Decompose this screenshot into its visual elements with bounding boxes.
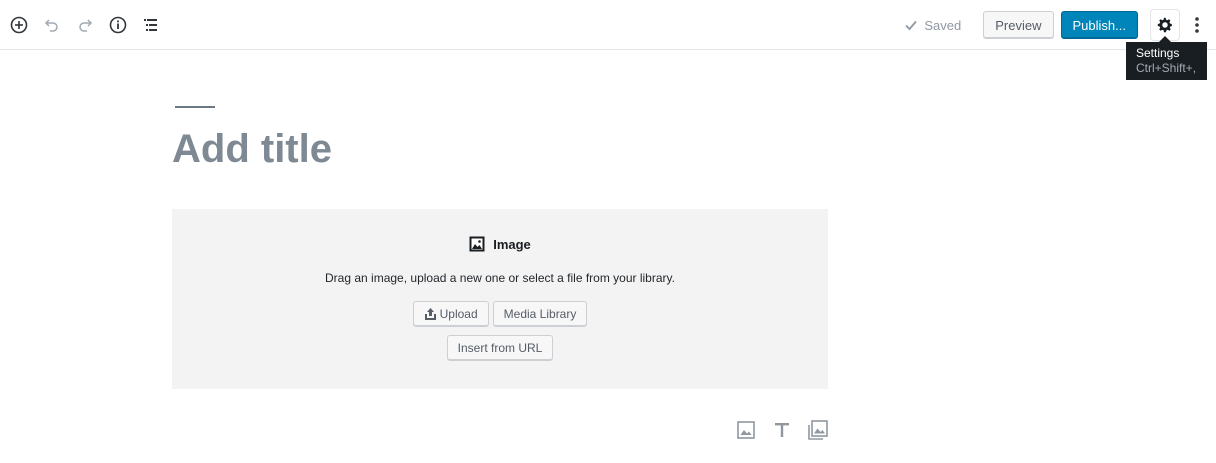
editor-header: Saved Preview Publish... [0,0,1216,50]
preview-button[interactable]: Preview [983,11,1054,39]
header-toolbar [0,0,167,50]
image-block-placeholder: Image Drag an image, upload a new one or… [172,209,828,389]
undo-icon [44,19,58,32]
redo-icon [78,19,92,32]
insert-heading-button[interactable] [770,419,794,441]
check-icon [905,20,918,31]
image-icon [469,236,485,252]
insert-image-button[interactable] [734,419,758,441]
post-title-input[interactable]: Add title [172,124,332,174]
redo-button[interactable] [68,9,101,42]
image-block-title: Image [493,236,531,252]
outline-button[interactable] [134,9,167,42]
saved-state: Saved [904,18,961,33]
media-library-button[interactable]: Media Library [492,301,588,327]
add-block-icon [10,16,27,34]
saved-label: Saved [924,17,962,33]
insert-gallery-button[interactable] [806,419,830,441]
upload-label: Upload [439,307,478,321]
add-block-button[interactable] [2,9,35,42]
image-block-instructions: Drag an image, upload a new one or selec… [325,271,675,285]
image-icon [737,421,755,439]
outline-icon [143,19,157,31]
upload-icon [424,308,436,320]
gear-icon [1157,17,1173,33]
tooltip-shortcut: Ctrl+Shift+, [1136,61,1197,75]
info-button[interactable] [101,9,134,42]
image-block-label: Image [172,236,828,252]
undo-button[interactable] [35,9,68,42]
settings-tooltip: Settings Ctrl+Shift+, [1126,36,1207,80]
inserter-shortcuts [734,419,842,441]
insert-from-url-button[interactable]: Insert from URL [446,335,554,361]
heading-icon [775,423,789,437]
tooltip-title: Settings [1136,46,1180,60]
upload-button[interactable]: Upload [412,301,489,327]
publish-button[interactable]: Publish... [1060,11,1138,39]
more-vertical-icon [1195,17,1199,33]
info-icon [109,16,126,34]
gallery-icon [808,420,828,440]
more-tools-button[interactable] [1184,9,1210,41]
title-divider [175,106,215,108]
